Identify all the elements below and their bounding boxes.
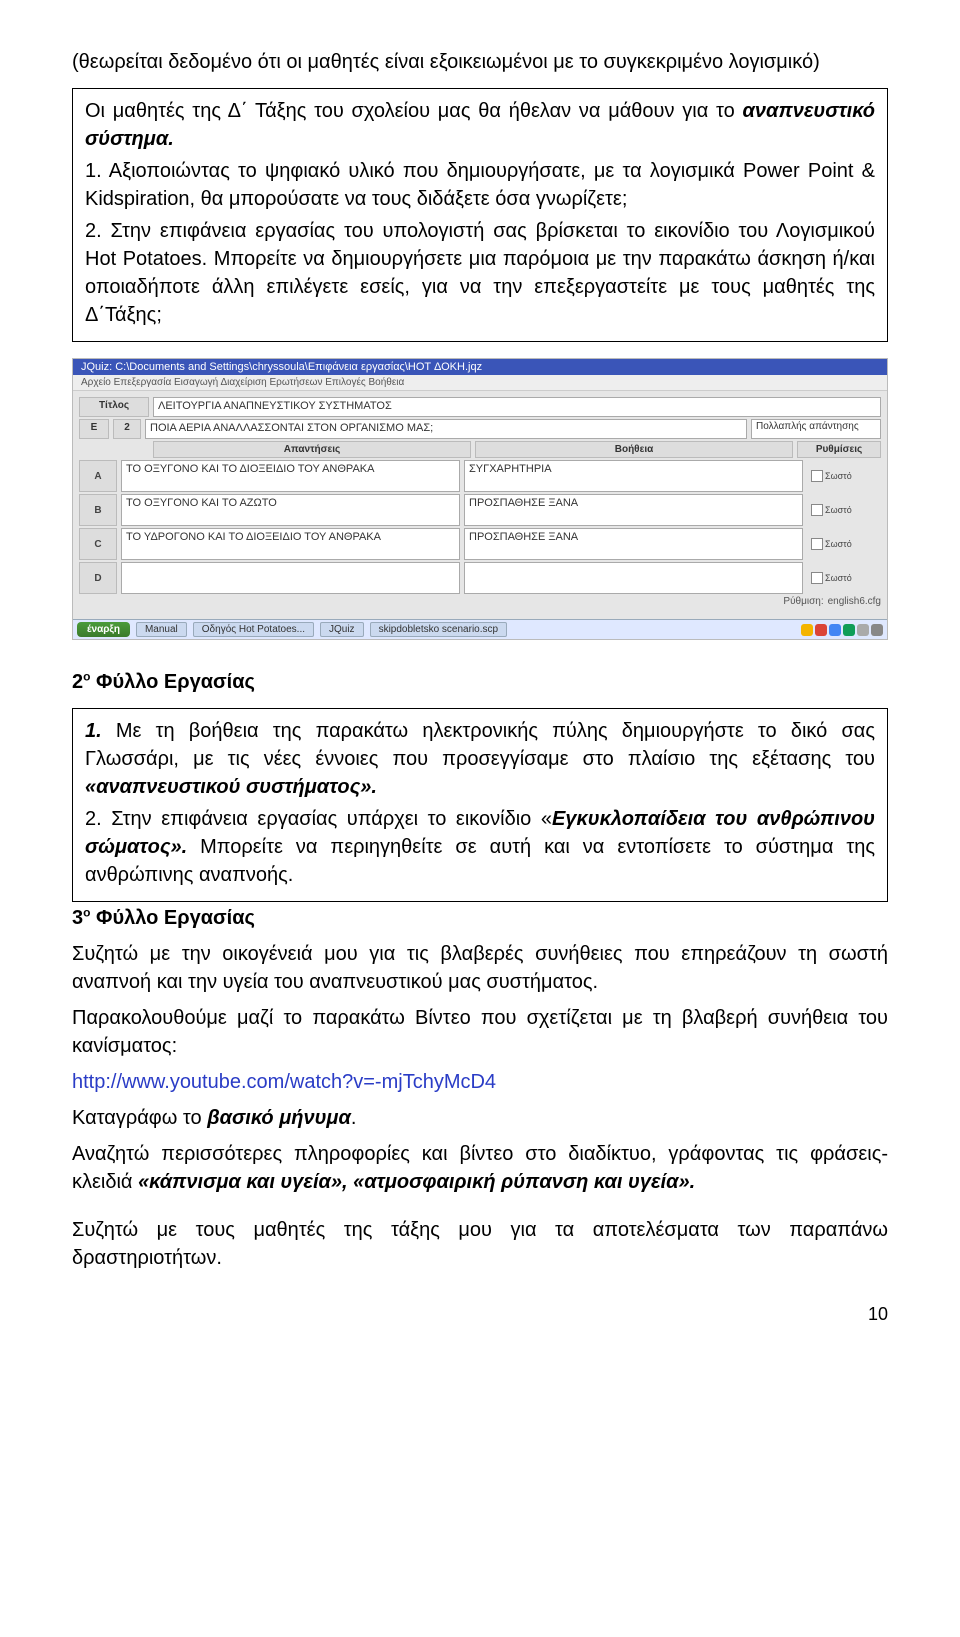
tray-icon[interactable]	[815, 624, 827, 636]
row-key: D	[79, 562, 117, 594]
sec3-link[interactable]: http://www.youtube.com/watch?v=-mjTchyMc…	[72, 1068, 888, 1096]
taskbar-item[interactable]: JQuiz	[320, 622, 364, 637]
val-config: english6.cfg	[828, 596, 881, 607]
hdr-settings: Ρυθμίσεις	[797, 441, 881, 458]
section2-heading: 2ο Φύλλο Εργασίας	[72, 668, 888, 696]
row-help[interactable]: ΣΥΓΧΑΡΗΤΗΡΙΑ	[464, 460, 803, 492]
tray-icon[interactable]	[843, 624, 855, 636]
shot-menubar: Αρχείο Επεξεργασία Εισαγωγή Διαχείριση Ε…	[73, 375, 887, 391]
row-ans[interactable]: ΤΟ ΟΞΥΓΟΝΟ ΚΑΙ ΤΟ ΑΖΩΤΟ	[121, 494, 460, 526]
sec3-p3: Καταγράφω το βασικό μήνυμα.	[72, 1104, 888, 1132]
h2-pre: 2	[72, 671, 83, 693]
tray-icons	[801, 624, 883, 636]
sec3-p1: Συζητώ με την οικογένειά μου για τις βλα…	[72, 940, 888, 996]
start-button[interactable]: έναρξη	[77, 622, 130, 637]
page-number: 10	[72, 1280, 888, 1329]
row-ans[interactable]: ΤΟ ΟΞΥΓΟΝΟ ΚΑΙ ΤΟ ΔΙΟΞΕΙΔΙΟ ΤΟΥ ΑΝΘΡΑΚΑ	[121, 460, 460, 492]
taskbar-item[interactable]: Οδηγός Hot Potatoes...	[193, 622, 314, 637]
hdr-answers: Απαντήσεις	[153, 441, 471, 458]
p3a: Καταγράφω το	[72, 1107, 207, 1129]
lbl-correct: Σωστό	[825, 539, 852, 549]
box1-item2: 2. Στην επιφάνεια εργασίας του υπολογιστ…	[85, 217, 875, 329]
h3-pre: 3	[72, 907, 83, 929]
checkbox-icon[interactable]	[811, 572, 823, 584]
lbl-config: Ρύθμιση:	[783, 596, 823, 607]
checkbox-icon[interactable]	[811, 470, 823, 482]
b2-i2a: 2. Στην επιφάνεια εργασίας υπάρχει το ει…	[85, 808, 552, 830]
lbl-title: Τίτλος	[79, 397, 149, 417]
sec3-p2: Παρακολουθούμε μαζί το παρακάτω Βίντεο π…	[72, 1004, 888, 1060]
checkbox-icon[interactable]	[811, 504, 823, 516]
box1-item1: 1. Αξιοποιώντας το ψηφιακό υλικό που δημ…	[85, 157, 875, 213]
row-key: C	[79, 528, 117, 560]
shot-body: Τίτλος ΛΕΙΤΟΥΡΓΙΑ ΑΝΑΠΝΕΥΣΤΙΚΟΥ ΣΥΣΤΗΜΑΤ…	[73, 391, 887, 619]
row-correct[interactable]: Σωστό	[807, 460, 881, 492]
tray-icon[interactable]	[801, 624, 813, 636]
p4b: «κάπνισμα και υγεία», «ατμοσφαιρική ρύπα…	[138, 1171, 695, 1193]
sec3-p5: Συζητώ με τους μαθητές της τάξης μου για…	[72, 1216, 888, 1272]
hdr-help: Βοήθεια	[475, 441, 793, 458]
fld-question[interactable]: ΠΟΙΑ ΑΕΡΙΑ ΑΝΑΛΛΑΣΣΟΝΤΑΙ ΣΤΟΝ ΟΡΓΑΝΙΣΜΟ …	[145, 419, 747, 439]
checkbox-icon[interactable]	[811, 538, 823, 550]
section3-heading: 3ο Φύλλο Εργασίας	[72, 904, 888, 932]
p3c: .	[351, 1107, 357, 1129]
tray-icon[interactable]	[829, 624, 841, 636]
p3b: βασικό μήνυμα	[207, 1107, 351, 1129]
dd-type[interactable]: Πολλαπλής απάντησης	[751, 419, 881, 439]
row-correct[interactable]: Σωστό	[807, 494, 881, 526]
taskbar-item[interactable]: Manual	[136, 622, 187, 637]
lbl-num[interactable]: 2	[113, 419, 141, 439]
h2-txt: Φύλλο Εργασίας	[90, 671, 254, 693]
lbl-correct: Σωστό	[825, 505, 852, 515]
taskbar: έναρξη Manual Οδηγός Hot Potatoes... JQu…	[73, 619, 887, 639]
box-1: Οι μαθητές της Δ΄ Τάξης του σχολείου μας…	[72, 88, 888, 342]
b2-i1b: Με τη βοήθεια της παρακάτω ηλεκτρονικής …	[85, 720, 875, 770]
hotpotatoes-screenshot: JQuiz: C:\Documents and Settings\chrysso…	[72, 358, 888, 640]
b2-i1c: «αναπνευστικού συστήματος».	[85, 776, 377, 798]
row-help[interactable]	[464, 562, 803, 594]
box-2: 1. Με τη βοήθεια της παρακάτω ηλεκτρονικ…	[72, 708, 888, 902]
sec3-p4: Αναζητώ περισσότερες πληροφορίες και βίν…	[72, 1140, 888, 1196]
h3-txt: Φύλλο Εργασίας	[90, 907, 254, 929]
row-help[interactable]: ΠΡΟΣΠΑΘΗΣΕ ΞΑΝΑ	[464, 528, 803, 560]
row-ans[interactable]	[121, 562, 460, 594]
row-correct[interactable]: Σωστό	[807, 528, 881, 560]
row-help[interactable]: ΠΡΟΣΠΑΘΗΣΕ ΞΑΝΑ	[464, 494, 803, 526]
row-key: B	[79, 494, 117, 526]
youtube-link[interactable]: http://www.youtube.com/watch?v=-mjTchyMc…	[72, 1071, 496, 1093]
row-key: A	[79, 460, 117, 492]
tray-icon[interactable]	[857, 624, 869, 636]
b2-i1a: 1.	[85, 720, 102, 742]
lbl-e: Ε	[79, 419, 109, 439]
intro-note: (θεωρείται δεδομένο ότι οι μαθητές είναι…	[72, 48, 888, 76]
taskbar-item[interactable]: skipdobletsko scenario.scp	[370, 622, 508, 637]
box1-line: Οι μαθητές της Δ΄ Τάξης του σχολείου μας…	[85, 97, 875, 153]
b2-i2c: Μπορείτε να περιηγηθείτε σε αυτή και να …	[85, 836, 875, 886]
lbl-correct: Σωστό	[825, 573, 852, 583]
row-correct[interactable]: Σωστό	[807, 562, 881, 594]
fld-title[interactable]: ΛΕΙΤΟΥΡΓΙΑ ΑΝΑΠΝΕΥΣΤΙΚΟΥ ΣΥΣΤΗΜΑΤΟΣ	[153, 397, 881, 417]
shot-titlebar: JQuiz: C:\Documents and Settings\chrysso…	[73, 359, 887, 375]
lbl-correct: Σωστό	[825, 471, 852, 481]
box2-item1: 1. Με τη βοήθεια της παρακάτω ηλεκτρονικ…	[85, 717, 875, 801]
row-ans[interactable]: ΤΟ ΥΔΡΟΓΟΝΟ ΚΑΙ ΤΟ ΔΙΟΞΕΙΔΙΟ ΤΟΥ ΑΝΘΡΑΚΑ	[121, 528, 460, 560]
box1-line1a: Οι μαθητές της Δ΄ Τάξης του σχολείου μας…	[85, 100, 743, 122]
box2-item2: 2. Στην επιφάνεια εργασίας υπάρχει το ει…	[85, 805, 875, 889]
tray-icon[interactable]	[871, 624, 883, 636]
